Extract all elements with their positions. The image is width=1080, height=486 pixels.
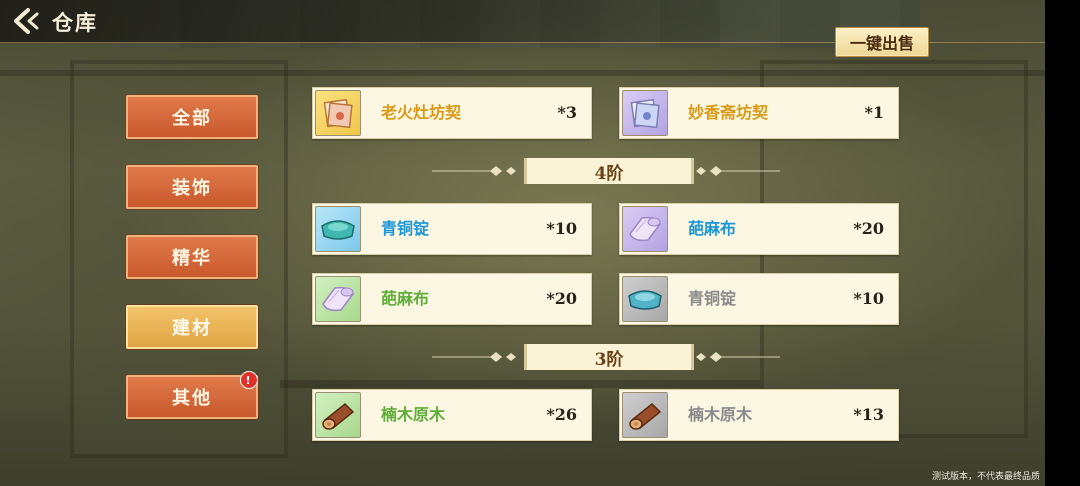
tier-header: 3阶 <box>524 344 694 370</box>
alert-badge-icon: ! <box>240 371 258 389</box>
item-quantity: *26 <box>546 405 577 424</box>
bronze-ingot-icon <box>622 276 668 322</box>
category-all[interactable]: 全部 <box>126 95 258 139</box>
item-name: 妙香斋坊契 <box>688 103 769 122</box>
screen-edge-bar <box>1045 0 1080 486</box>
category-decoration[interactable]: 装饰 <box>126 165 258 209</box>
item-name: 楠木原木 <box>381 405 446 424</box>
page-title: 仓库 <box>52 10 98 35</box>
item-quantity: *13 <box>853 405 884 424</box>
item-name: 青铜锭 <box>688 289 737 308</box>
item-card[interactable]: 老火灶坊契 *3 <box>312 87 592 139</box>
deed-scroll-icon <box>622 90 668 136</box>
tier-ornament-right-icon <box>696 166 780 176</box>
tier-label: 4阶 <box>594 163 624 184</box>
back-arrow-icon <box>14 8 39 34</box>
item-card[interactable]: 妙香斋坊契 *1 <box>619 87 899 139</box>
category-label: 装饰 <box>172 178 212 199</box>
item-quantity: *3 <box>557 103 578 122</box>
deed-scroll-icon <box>315 90 361 136</box>
tier-header: 4阶 <box>524 158 694 184</box>
item-quantity: *1 <box>864 103 885 122</box>
item-quantity: *20 <box>546 289 577 308</box>
category-essence[interactable]: 精华 <box>126 235 258 279</box>
wood-log-icon <box>315 392 361 438</box>
item-card[interactable]: 楠木原木 *13 <box>619 389 899 441</box>
category-label: 其他 <box>172 388 212 409</box>
category-building-materials[interactable]: 建材 <box>126 305 258 349</box>
tier-label: 3阶 <box>594 349 624 370</box>
item-quantity: *10 <box>546 219 577 238</box>
test-version-note: 测试版本，不代表最终品质 <box>931 472 1040 482</box>
item-quantity: *10 <box>853 289 884 308</box>
item-card[interactable]: 楠木原木 *26 <box>312 389 592 441</box>
tier-ornament-right-icon <box>696 352 780 362</box>
item-name: 楠木原木 <box>688 405 753 424</box>
tier-ornament-left-icon <box>432 352 516 362</box>
background-beam <box>0 70 1045 76</box>
item-card[interactable]: 葩麻布 *20 <box>619 203 899 255</box>
wood-log-icon <box>622 392 668 438</box>
category-label: 精华 <box>172 248 212 269</box>
category-label: 全部 <box>172 108 212 129</box>
item-card[interactable]: 青铜锭 *10 <box>619 273 899 325</box>
item-card[interactable]: 青铜锭 *10 <box>312 203 592 255</box>
item-card[interactable]: 葩麻布 *20 <box>312 273 592 325</box>
item-name: 老火灶坊契 <box>381 103 462 122</box>
item-name: 葩麻布 <box>381 289 430 308</box>
category-other[interactable]: 其他 ! <box>126 371 258 419</box>
item-name: 青铜锭 <box>381 219 430 238</box>
item-name: 葩麻布 <box>688 219 737 238</box>
background-railing <box>280 380 760 388</box>
linen-cloth-icon <box>315 276 361 322</box>
category-label: 建材 <box>172 318 212 339</box>
bronze-ingot-icon <box>315 206 361 252</box>
back-button[interactable] <box>8 6 42 36</box>
tier-ornament-left-icon <box>432 166 516 176</box>
sell-all-button[interactable]: 一键出售 <box>835 27 929 57</box>
item-quantity: *20 <box>853 219 884 238</box>
linen-cloth-icon <box>622 206 668 252</box>
